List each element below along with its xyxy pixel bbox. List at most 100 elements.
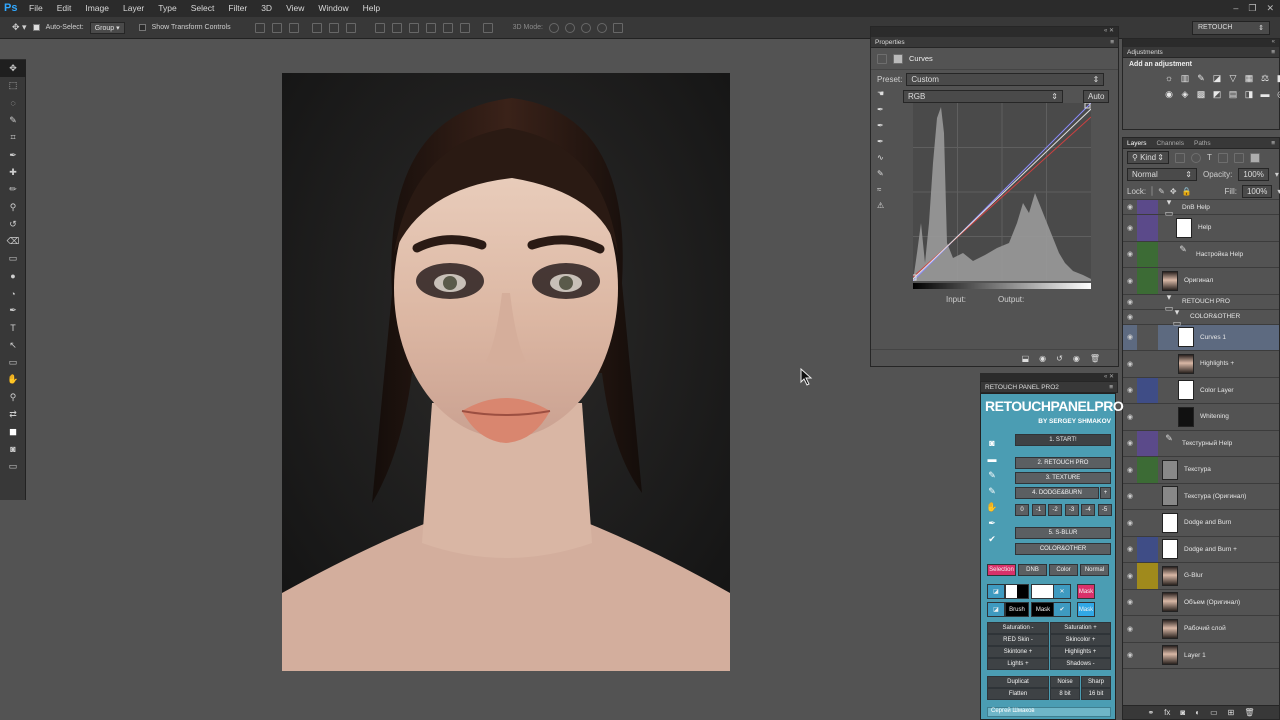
vibrance-adjustment-icon[interactable]: ▽ <box>1227 73 1239 84</box>
adjustments-menu-icon[interactable]: ≡ <box>1271 49 1275 56</box>
properties-collapse-bar[interactable]: « ✕ <box>871 27 1118 37</box>
type-tool-icon[interactable]: T <box>0 319 26 336</box>
menu-help[interactable]: Help <box>356 0 387 17</box>
channel-dropdown[interactable]: RGB ⇕ <box>903 89 1063 103</box>
3d-rotate-icon[interactable] <box>548 22 559 33</box>
lock-position-icon[interactable]: ✥ <box>1170 187 1177 196</box>
history-brush-tool-icon[interactable]: ↺ <box>0 216 26 233</box>
shape-tool-icon[interactable]: ▭ <box>0 354 26 371</box>
layer-row[interactable]: ◉ Рабочий слой <box>1123 616 1279 643</box>
brush-label[interactable]: Brush <box>1005 602 1029 617</box>
zoom-tool-icon[interactable]: ⚲ <box>0 389 26 406</box>
cross-icon[interactable]: ✕ <box>1053 584 1071 599</box>
visibility-eye-icon[interactable]: ◉ <box>1123 360 1137 368</box>
layer-row[interactable]: ◉ Layer 1 <box>1123 642 1279 669</box>
texture-button[interactable]: 3. TEXTURE <box>1015 472 1111 484</box>
filter-adjustment-icon[interactable] <box>1191 152 1201 163</box>
new-group-icon[interactable]: ▭ <box>1210 708 1218 717</box>
lasso-tool-icon[interactable]: ◌ <box>0 95 26 112</box>
distribute-hcenter-icon[interactable] <box>442 22 453 33</box>
move-tool-preset-icon[interactable]: ✥ ▾ <box>12 22 27 33</box>
invert-adjustment-icon[interactable]: ◩ <box>1211 89 1223 100</box>
menu-window[interactable]: Window <box>311 0 355 17</box>
layer-row[interactable]: ◉ Help <box>1123 215 1279 242</box>
preset-dropdown[interactable]: Custom ⇕ <box>906 72 1105 86</box>
adjustments-collapse-bar[interactable]: « <box>1123 39 1279 47</box>
layer-row[interactable]: ◉ G-Blur <box>1123 563 1279 590</box>
pen-tool-icon[interactable]: ✒ <box>0 302 26 319</box>
layer-row[interactable]: ◉ Highlights + <box>1123 351 1279 378</box>
bottom-right-button-1[interactable]: 16 bit <box>1081 688 1111 700</box>
visibility-eye-icon[interactable]: ◉ <box>1123 313 1137 321</box>
filter-type-icon[interactable]: T <box>1207 153 1212 162</box>
filter-pixel-icon[interactable] <box>1175 152 1185 163</box>
brush-alt-icon[interactable]: ✎ <box>985 486 999 498</box>
hue-saturation-adjustment-icon[interactable]: ▦ <box>1243 73 1255 84</box>
brush-tool-icon[interactable]: ✏ <box>0 181 26 198</box>
trash-icon[interactable]: 🗑 <box>1090 354 1100 363</box>
wand-icon[interactable]: ✔ <box>985 534 999 546</box>
filter-smart-icon[interactable] <box>1233 152 1244 163</box>
align-left-icon[interactable] <box>311 22 322 33</box>
adjust-right-button-3[interactable]: Shadows - <box>1050 658 1111 670</box>
quick-select-tool-icon[interactable]: ✎ <box>0 112 26 129</box>
mode-button-3[interactable]: Normal <box>1080 564 1109 576</box>
layer-row[interactable]: ◉ Color Layer <box>1123 377 1279 404</box>
distribute-left-icon[interactable] <box>425 22 436 33</box>
layer-row[interactable]: ◉ Оригинал <box>1123 268 1279 295</box>
panel-menu-icon[interactable]: ≡ <box>1110 39 1114 46</box>
distribute-vcenter-icon[interactable] <box>391 22 402 33</box>
layer-row[interactable]: ◉ Whitening <box>1123 404 1279 431</box>
adjust-left-button-3[interactable]: Lights + <box>987 658 1049 670</box>
align-hcenter-icon[interactable] <box>328 22 339 33</box>
dnb-level-button[interactable]: -4 <box>1081 504 1095 516</box>
show-transform-checkbox[interactable] <box>138 24 146 31</box>
visibility-eye-icon[interactable]: ◉ <box>1123 598 1137 606</box>
properties-tab[interactable]: Properties <box>875 39 905 46</box>
view-previous-icon[interactable]: ◉ <box>1039 354 1046 363</box>
foreground-color-icon[interactable]: ■ <box>0 423 26 440</box>
brightness-contrast-adjustment-icon[interactable]: ☼ <box>1163 73 1175 84</box>
layer-row[interactable]: ◉ ▾ ▭ COLOR&OTHER <box>1123 307 1279 328</box>
layer-row[interactable]: ◉ Объем (Оригинал) <box>1123 589 1279 616</box>
hand-tool-icon[interactable]: ✋ <box>0 371 26 388</box>
adjust-left-button-1[interactable]: RED Skin - <box>987 634 1049 646</box>
threshold-adjustment-icon[interactable]: ◨ <box>1243 89 1255 100</box>
visibility-eye-icon[interactable]: ◉ <box>1123 298 1137 306</box>
distribute-right-icon[interactable] <box>459 22 470 33</box>
bottom-left-button-0[interactable]: Duplicat <box>987 676 1049 688</box>
adjust-right-button-0[interactable]: Saturation + <box>1050 622 1111 634</box>
dodge-burn-plus-button[interactable]: + <box>1100 487 1111 499</box>
adjust-left-button-0[interactable]: Saturation - <box>987 622 1049 634</box>
posterize-adjustment-icon[interactable]: ▤ <box>1227 89 1239 100</box>
curve-point-icon[interactable]: ∿ <box>877 153 891 162</box>
blur-tool-icon[interactable]: ● <box>0 268 26 285</box>
visibility-eye-icon[interactable]: ◉ <box>1123 651 1137 659</box>
align-right-icon[interactable] <box>345 22 356 33</box>
align-top-icon[interactable] <box>254 22 265 33</box>
gradient-tool-icon[interactable]: ▭ <box>0 250 26 267</box>
workspace-dropdown[interactable]: RETOUCH ⇕ <box>1192 21 1270 35</box>
menu-edit[interactable]: Edit <box>50 0 79 17</box>
path-select-tool-icon[interactable]: ↖ <box>0 337 26 354</box>
menu-3d[interactable]: 3D <box>254 0 279 17</box>
photo-filter-adjustment-icon[interactable]: ◉ <box>1163 89 1175 100</box>
bottom-left-button-1[interactable]: Flatten <box>987 688 1049 700</box>
visibility-eye-icon[interactable]: ◉ <box>1123 572 1137 580</box>
auto-align-icon[interactable] <box>482 22 493 33</box>
layer-row[interactable]: ◉ Текстура (Оригинал) <box>1123 483 1279 510</box>
mask-a-icon[interactable]: ◪ <box>987 584 1005 599</box>
adjust-left-button-2[interactable]: Skintone + <box>987 646 1049 658</box>
restore-icon[interactable]: ❐ <box>1248 0 1256 17</box>
layer-style-icon[interactable]: fx <box>1164 708 1170 717</box>
fill-input[interactable]: 100% <box>1241 184 1273 198</box>
bottom-mid-button-0[interactable]: Noise <box>1050 676 1080 688</box>
pen-icon[interactable]: ✒ <box>985 518 999 530</box>
visibility-eye-icon[interactable]: ◉ <box>1123 466 1137 474</box>
visibility-eye-icon[interactable]: ◉ <box>1123 625 1137 633</box>
visibility-eye-icon[interactable]: ◉ <box>1123 439 1137 447</box>
start-button[interactable]: 1. START! <box>1015 434 1111 446</box>
color-other-button[interactable]: COLOR&OTHER <box>1015 543 1111 555</box>
filter-toggle-icon[interactable] <box>1249 152 1260 163</box>
new-adjustment-icon[interactable]: ◐ <box>1195 708 1200 717</box>
